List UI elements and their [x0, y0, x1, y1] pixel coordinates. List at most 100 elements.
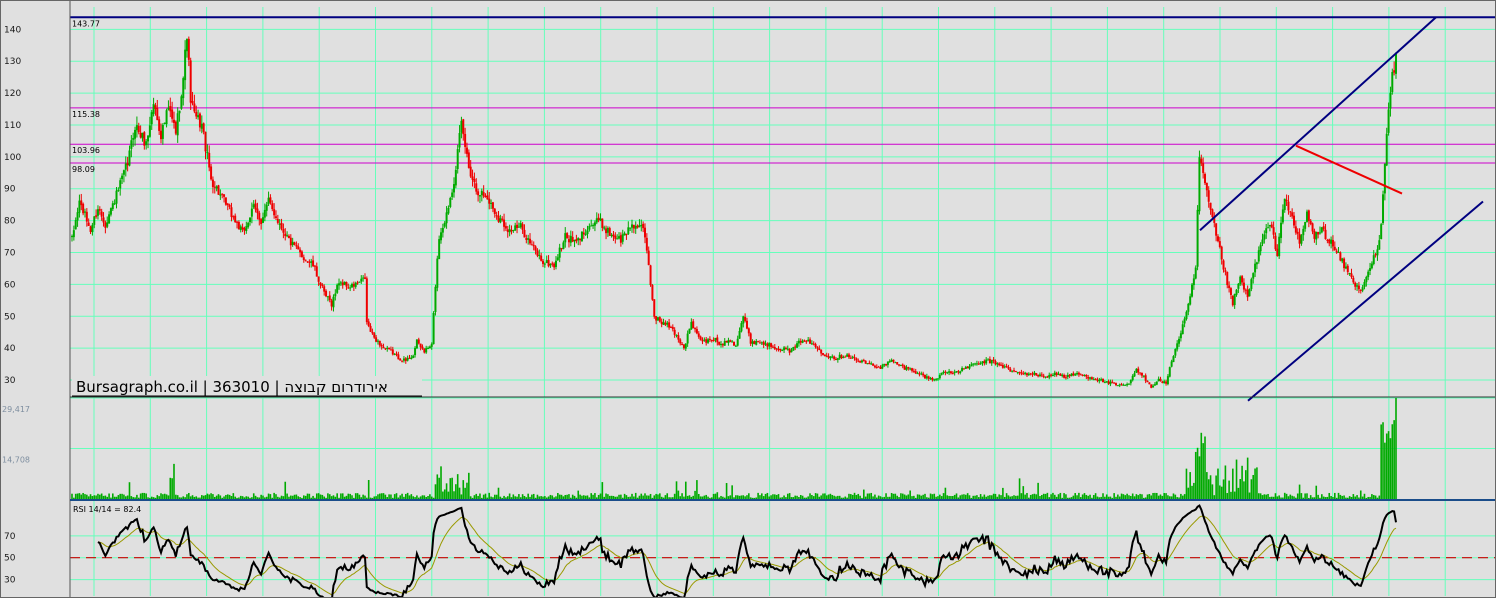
volume-bar	[1395, 398, 1397, 499]
volume-bar	[354, 493, 357, 499]
level-label: 103.96	[72, 146, 100, 155]
candle-body	[458, 133, 461, 148]
candle-body	[558, 247, 561, 258]
volume-bar	[863, 489, 865, 499]
volume-bar	[429, 494, 431, 499]
candle-body	[111, 203, 114, 210]
candle-body	[161, 124, 164, 139]
candle-body	[109, 208, 112, 215]
volume-bar	[1384, 442, 1386, 499]
volume-bar	[890, 492, 893, 499]
volume-bar	[1372, 495, 1375, 499]
candle-body	[462, 119, 465, 135]
volume-bar	[484, 493, 487, 499]
volume-bar	[608, 495, 611, 499]
candle-body	[308, 261, 311, 263]
candle-body	[1242, 282, 1245, 290]
candle-body	[428, 346, 431, 349]
candle-body	[87, 222, 90, 226]
volume-bar	[149, 497, 151, 499]
candle-body	[886, 361, 889, 365]
volume-bar	[557, 493, 559, 499]
candle-body	[949, 371, 952, 374]
candle-body	[1009, 368, 1012, 372]
candle-body	[1107, 381, 1110, 384]
volume-bar	[1254, 468, 1256, 499]
volume-bar	[427, 496, 429, 499]
volume-bar	[616, 496, 618, 499]
candle-body	[1367, 271, 1370, 278]
volume-bar	[178, 497, 181, 499]
volume-bar	[850, 494, 852, 499]
candle-body	[864, 360, 867, 364]
volume-bar	[210, 493, 212, 499]
volume-bar	[710, 497, 713, 499]
candle-body	[1059, 373, 1062, 376]
candle-body	[1296, 231, 1299, 234]
volume-bar	[1328, 492, 1331, 499]
candle-body	[1085, 375, 1088, 377]
volume-bar	[818, 496, 821, 499]
candle-body	[1226, 271, 1229, 286]
volume-bar	[510, 497, 513, 499]
candle-body	[1178, 338, 1181, 344]
volume-bar	[251, 497, 253, 499]
volume-bar	[1330, 496, 1332, 499]
candle-body	[744, 316, 747, 321]
volume-bar	[855, 494, 858, 499]
candle-body	[1261, 239, 1264, 244]
volume-bar	[230, 496, 233, 499]
volume-bar	[1237, 487, 1240, 499]
volume-bar	[536, 494, 539, 499]
volume-bar	[1015, 495, 1017, 499]
volume-bar	[171, 478, 173, 499]
candle-body	[517, 226, 520, 228]
volume-bar	[614, 496, 617, 499]
candle-body	[313, 265, 316, 267]
candle-body	[655, 316, 658, 321]
candle-body	[215, 186, 218, 189]
chart-root: 140 130 120 110 100 90 80 70 60 50 40 30 29,417 14,70…	[0, 0, 1496, 598]
candle-body	[629, 227, 632, 229]
volume-bar	[579, 494, 581, 499]
candle-body	[860, 360, 863, 363]
volume-bar	[497, 487, 500, 499]
candle-body	[126, 163, 129, 166]
candle-body	[970, 364, 973, 367]
candle-body	[1050, 374, 1053, 376]
volume-bar	[1133, 496, 1136, 499]
candle-body	[953, 371, 956, 374]
candle-body	[1330, 239, 1333, 244]
candle-body	[211, 179, 214, 187]
volume-bar	[688, 495, 691, 499]
candle-body	[482, 192, 485, 197]
volume-bar	[1007, 495, 1010, 499]
candle-body	[1254, 263, 1257, 273]
candle-body	[536, 250, 539, 256]
volume-bar	[460, 494, 463, 499]
volume-bar	[197, 497, 199, 499]
volume-bar	[1079, 497, 1082, 499]
volume-bar	[1300, 493, 1303, 499]
level-label: 98.09	[72, 165, 95, 174]
candle-body	[414, 347, 417, 356]
volume-bar	[953, 494, 956, 499]
volume-bar	[729, 495, 732, 499]
volume-bar	[725, 483, 728, 499]
volume-bar	[811, 495, 813, 499]
volume-bar	[571, 494, 574, 499]
candle-body	[484, 195, 487, 197]
candle-body	[345, 282, 348, 287]
volume-bar	[731, 485, 733, 499]
volume-bar	[683, 496, 685, 499]
volume-bar	[670, 497, 672, 499]
volume-bar	[225, 494, 227, 499]
volume-bar	[829, 493, 832, 499]
candle-body	[975, 363, 978, 365]
volume-bar	[447, 491, 450, 499]
volume-bar	[482, 494, 485, 499]
volume-bar	[481, 497, 483, 499]
candle-body	[834, 359, 837, 361]
volume-bar	[1326, 496, 1329, 499]
volume-bar	[1044, 493, 1047, 499]
